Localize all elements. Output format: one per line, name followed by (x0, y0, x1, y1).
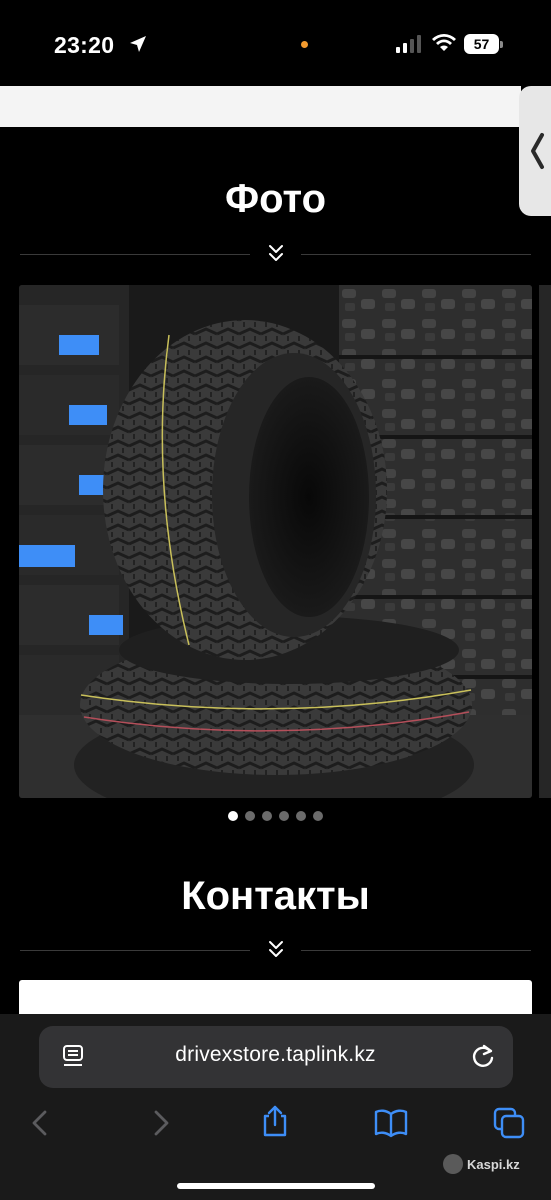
clock: 23:20 (54, 32, 115, 58)
pager-dot[interactable] (245, 811, 255, 821)
chevron-left-icon[interactable] (528, 131, 546, 171)
home-indicator[interactable] (177, 1183, 375, 1189)
pager-dot[interactable] (279, 811, 289, 821)
kaspi-logo-icon (443, 1154, 463, 1174)
double-chevron-down-icon (269, 245, 283, 261)
kaspi-watermark: Kaspi.kz (443, 1153, 520, 1175)
battery-cap (500, 41, 503, 48)
status-bar: 23:20 57 (0, 0, 551, 86)
page-header-strip (0, 86, 521, 127)
gallery-pagination (0, 811, 551, 825)
divider-right (301, 950, 531, 951)
next-photo-preview[interactable] (539, 285, 551, 798)
gallery-photo[interactable] (19, 285, 532, 798)
pager-dot[interactable] (228, 811, 238, 821)
privacy-indicator (301, 41, 308, 48)
pager-dot[interactable] (313, 811, 323, 821)
battery-level: 57 (464, 34, 499, 54)
url-text[interactable]: drivexstore.taplink.kz (0, 1043, 551, 1067)
tabs-icon[interactable] (492, 1106, 526, 1140)
share-icon[interactable] (258, 1104, 292, 1138)
battery-icon: 57 (464, 34, 504, 54)
divider-left (20, 950, 250, 951)
reload-icon[interactable] (470, 1043, 496, 1069)
wifi-icon (432, 34, 456, 51)
pager-dot[interactable] (262, 811, 272, 821)
watermark-text: Kaspi.kz (467, 1156, 520, 1172)
forward-arrow-icon[interactable] (143, 1106, 177, 1140)
bookmarks-icon[interactable] (374, 1106, 408, 1140)
divider-right (301, 254, 531, 255)
photos-section-title: Фото (224, 177, 327, 221)
double-chevron-down-icon (269, 941, 283, 957)
back-arrow-icon[interactable] (24, 1106, 58, 1140)
contacts-section-title: Контакты (181, 874, 370, 918)
cellular-signal-icon (396, 35, 421, 53)
tire-photo-image (19, 285, 532, 798)
divider-left (20, 254, 250, 255)
pager-dot[interactable] (296, 811, 306, 821)
location-arrow-icon (130, 36, 146, 52)
